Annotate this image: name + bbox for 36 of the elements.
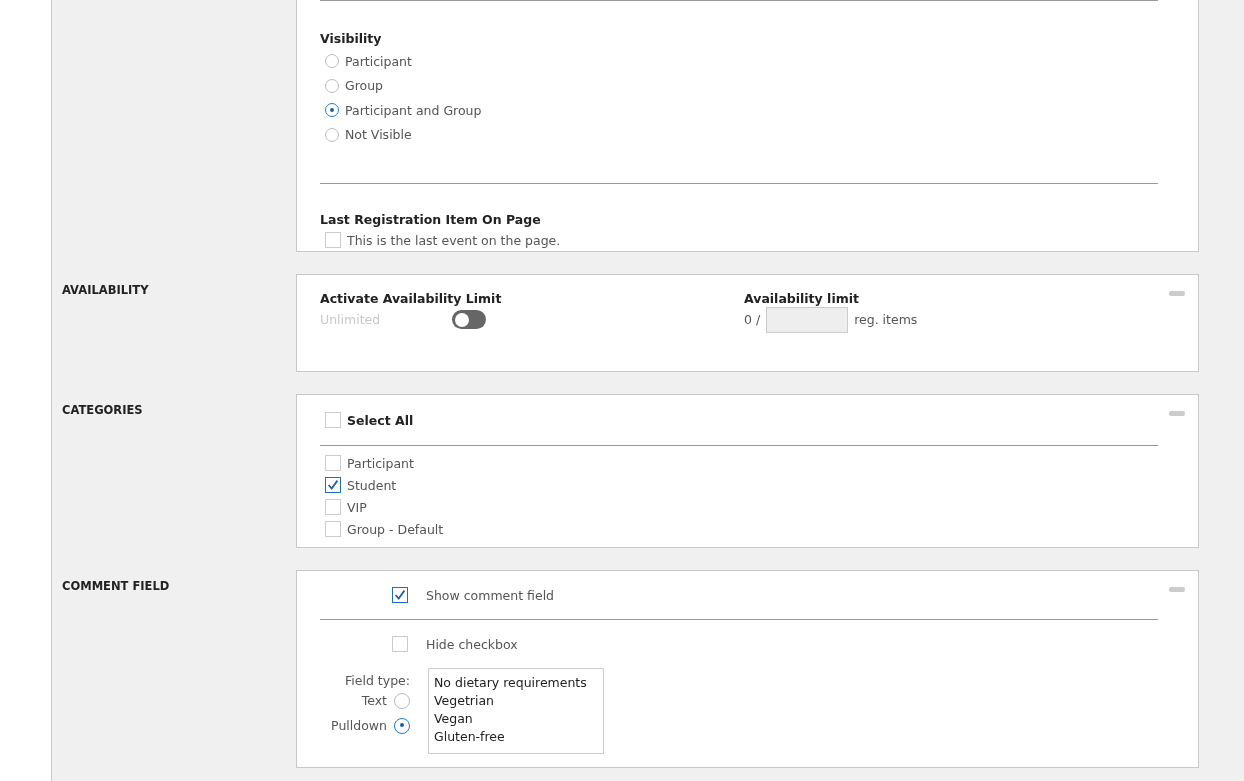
checkbox[interactable] (392, 587, 408, 603)
radio-label: Group (345, 78, 384, 94)
limit-input-field[interactable] (766, 306, 849, 333)
minus-icon[interactable] (1169, 411, 1185, 416)
toggle-switch[interactable] (452, 310, 486, 329)
last-item-label: Last Registration Item On Page (320, 212, 542, 227)
checkbox-label: Group - Default (347, 521, 444, 537)
list-option[interactable]: Vegan (434, 710, 598, 728)
section-label: COMMENT FIELD (62, 578, 171, 595)
visibility-label: Visibility (320, 31, 383, 46)
checkbox-label: Hide checkbox (426, 636, 518, 652)
radio-label: Participant and Group (345, 102, 482, 118)
checkbox-label: This is the last event on the page. (347, 232, 561, 248)
options-list[interactable]: No dietary requirements Vegetrian Vegan Gluten-free (428, 668, 604, 754)
list-option[interactable]: Gluten-free (434, 728, 598, 746)
select-all-label: Select All (347, 412, 414, 428)
count-text: 0 / (744, 312, 761, 327)
radio-label: Text (361, 693, 387, 708)
checkbox-label: Show comment field (426, 587, 555, 603)
unit-text: reg. items (854, 312, 918, 327)
checkbox-label: Participant (347, 455, 414, 471)
checkbox-label: Student (347, 477, 397, 493)
radio-label: Participant (345, 53, 412, 69)
checkbox[interactable] (325, 477, 341, 493)
radio-label: Not Visible (345, 127, 412, 143)
field-type-label: Field type: (345, 673, 410, 688)
section-label: CATEGORIES (62, 402, 144, 419)
section-label: AVAILABILITY (62, 282, 150, 299)
checkbox-label: VIP (347, 499, 367, 515)
list-option[interactable]: No dietary requirements (434, 674, 598, 692)
minus-icon[interactable] (1169, 291, 1185, 296)
radio-label: Pulldown (331, 718, 387, 733)
list-option[interactable]: Vegetrian (434, 692, 598, 710)
activate-limit-label: Activate Availability Limit (320, 291, 503, 306)
limit-label: Availability limit (744, 291, 860, 306)
minus-icon[interactable] (1169, 587, 1185, 592)
